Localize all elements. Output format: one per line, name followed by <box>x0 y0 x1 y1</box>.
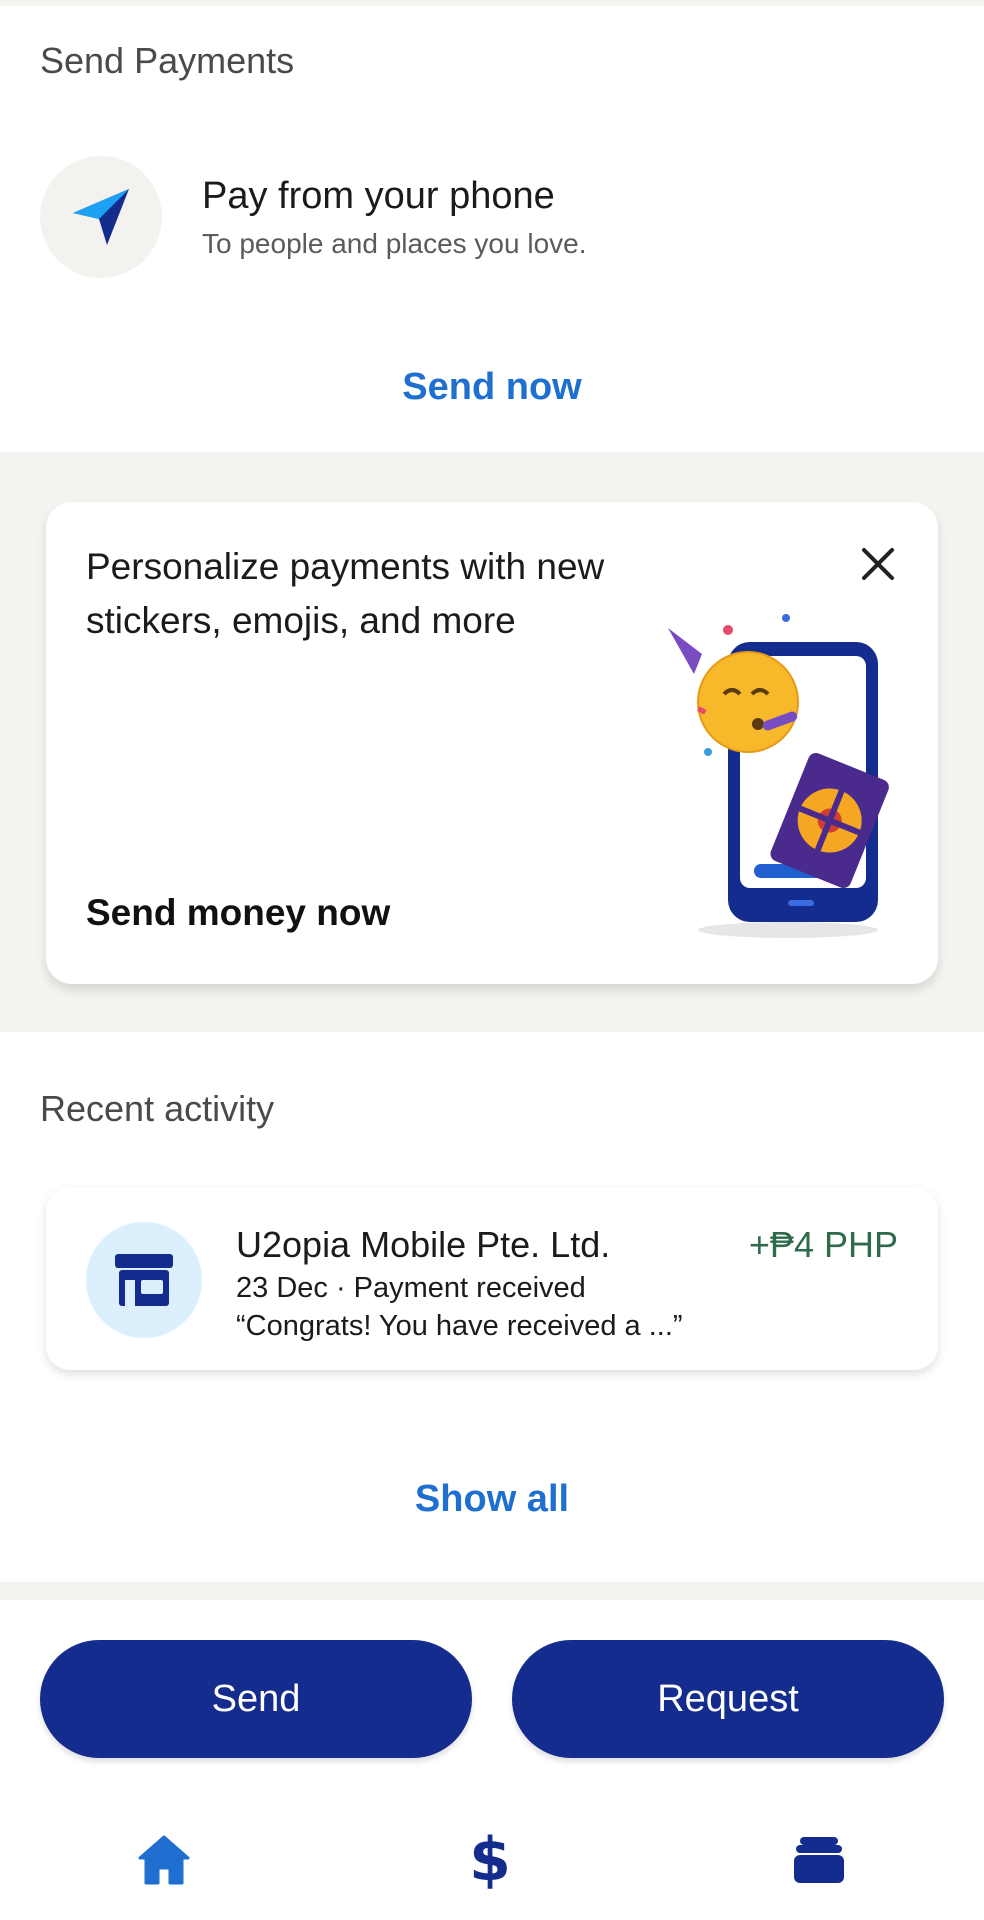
dollar-glyph: $ <box>469 1825 511 1895</box>
activity-merchant-name: U2opia Mobile Pte. Ltd. <box>236 1224 611 1265</box>
send-button[interactable]: Send <box>40 1640 472 1758</box>
activity-amount: +₱4 PHP <box>748 1224 898 1265</box>
bottom-nav: $ <box>0 1800 984 1920</box>
wallet-icon[interactable] <box>779 1820 859 1900</box>
activity-date-status: 23 Dec · Payment received <box>236 1272 586 1304</box>
recent-activity-section: Recent activity U2opia Mobile Pte. Ltd. … <box>0 1032 984 1582</box>
bottom-divider <box>0 1582 984 1600</box>
recent-activity-title: Recent activity <box>40 1088 275 1129</box>
send-payments-section: Send Payments Pay from your phone To peo… <box>0 6 984 452</box>
send-money-now-link[interactable]: Send money now <box>86 892 390 934</box>
activity-note: “Congrats! You have received a ...” <box>236 1310 683 1342</box>
promo-card[interactable]: Personalize payments with new stickers, … <box>46 502 938 984</box>
home-icon[interactable] <box>124 1820 204 1900</box>
store-icon <box>86 1222 202 1338</box>
dollar-icon[interactable]: $ <box>450 1820 530 1900</box>
send-now-link[interactable]: Send now <box>0 366 984 409</box>
pay-from-phone-row[interactable]: Pay from your phone To people and places… <box>40 156 587 278</box>
close-icon[interactable] <box>854 540 902 588</box>
pay-subtitle: To people and places you love. <box>202 227 587 259</box>
request-button[interactable]: Request <box>512 1640 944 1758</box>
bottom-action-area: Send Request $ <box>0 1600 984 1920</box>
promo-text: Personalize payments with new stickers, … <box>86 546 605 641</box>
promo-band: Personalize payments with new stickers, … <box>0 452 984 1032</box>
show-all-link[interactable]: Show all <box>0 1478 984 1521</box>
activity-item[interactable]: U2opia Mobile Pte. Ltd. +₱4 PHP 23 Dec ·… <box>46 1188 938 1370</box>
send-payments-title: Send Payments <box>40 40 295 81</box>
pay-title: Pay from your phone <box>202 174 555 217</box>
phone-party-emoji-illustration <box>668 612 898 942</box>
paper-plane-icon <box>40 156 162 278</box>
